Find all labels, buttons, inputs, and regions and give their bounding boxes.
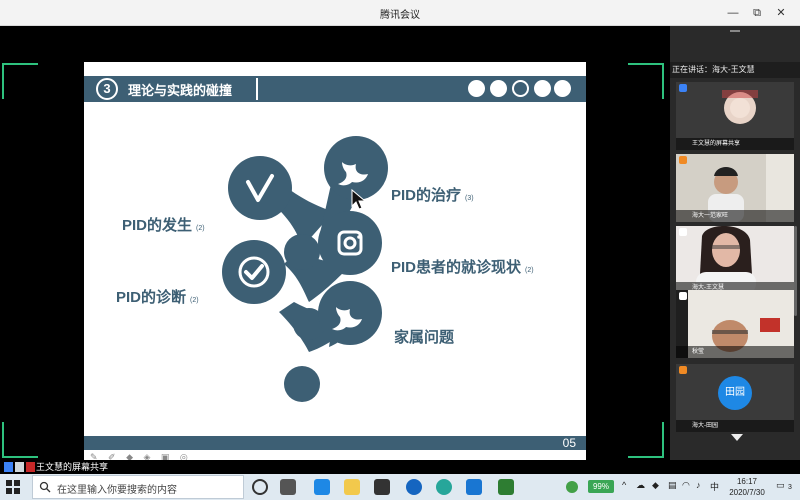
wifi-icon[interactable]: ◠ xyxy=(682,480,690,491)
clock-date: 2020/7/30 xyxy=(729,488,765,497)
check-circle xyxy=(222,240,286,304)
share-frame-corner xyxy=(2,63,38,99)
cortana-icon[interactable] xyxy=(252,479,268,495)
mic-icon xyxy=(679,156,687,164)
maximize-button[interactable]: ⧉ xyxy=(748,4,766,22)
twitter-circle xyxy=(324,136,388,200)
participant-tile[interactable]: 秋莹 xyxy=(676,290,794,358)
twitter-circle xyxy=(318,281,382,345)
search-icon xyxy=(39,481,51,493)
app-l-icon[interactable] xyxy=(406,479,422,495)
task-view-icon[interactable] xyxy=(280,479,296,495)
user-icon xyxy=(4,462,13,472)
avatar: 田园 xyxy=(718,376,752,410)
participant-tile[interactable]: 海大-王文慧 xyxy=(676,226,794,294)
windows-start-icon[interactable] xyxy=(6,480,20,494)
participant-name: 海大一范家旺 xyxy=(676,210,794,222)
tray-app-icon[interactable] xyxy=(566,481,578,493)
instagram-circle xyxy=(318,211,382,275)
screen-share-status-bar: 王文慧的屏幕共享 xyxy=(0,460,800,474)
panel-scrollbar[interactable] xyxy=(794,226,797,316)
item-family-issues: 家属问题 xyxy=(394,329,455,346)
windows-taskbar: 在这里输入你要搜索的内容 99% ^ ☁ ◆ ▤ ◠ ♪ 中 16:17 202… xyxy=(0,474,800,500)
window-title: 腾讯会议 xyxy=(380,10,420,21)
share-frame-corner xyxy=(628,422,664,458)
participant-panel: 正在讲话：海大-王文慧 王文慧的屏幕共享 海大一范家旺 海大-王文慧 秋莹 田园… xyxy=(670,26,800,460)
slide-footer: 05 xyxy=(84,436,586,450)
network-icon[interactable]: ▤ xyxy=(668,480,677,491)
store-icon[interactable] xyxy=(374,479,390,495)
mic-icon xyxy=(679,292,687,300)
participant-tile[interactable]: 海大一范家旺 xyxy=(676,154,794,222)
screen-share-view: 3 理论与实践的碰撞 PID的发生 (2) PID的诊断 (2) PID的治疗 … xyxy=(0,26,670,464)
file-explorer-icon[interactable] xyxy=(344,479,360,495)
participant-tile[interactable]: 田园 海大-田园 xyxy=(676,364,794,432)
panel-handle[interactable] xyxy=(730,30,740,32)
battery-indicator[interactable]: 99% xyxy=(588,480,614,493)
tencent-meeting-icon[interactable] xyxy=(466,479,482,495)
current-speaker-label: 正在讲话：海大-王文慧 xyxy=(670,62,800,78)
presentation-slide: 3 理论与实践的碰撞 PID的发生 (2) PID的诊断 (2) PID的治疗 … xyxy=(84,62,586,464)
share-status-text: 王文慧的屏幕共享 xyxy=(36,462,109,472)
item-pid-treatment: PID的治疗 (3) xyxy=(391,187,474,204)
close-button[interactable]: ✕ xyxy=(772,4,790,22)
item-pid-patient-status: PID患者的就诊现状 (2) xyxy=(391,259,534,276)
volume-icon[interactable]: ♪ xyxy=(696,480,701,490)
item-pid-diagnosis: PID的诊断 (2) xyxy=(116,289,199,306)
connector-node xyxy=(284,366,320,402)
mic-icon xyxy=(679,228,687,236)
vimeo-circle xyxy=(228,156,292,220)
share-frame-corner xyxy=(628,63,664,99)
clock-time: 16:17 xyxy=(736,477,758,486)
notification-count: 3 xyxy=(788,484,792,491)
wps-icon[interactable] xyxy=(498,479,514,495)
edge-icon[interactable] xyxy=(314,479,330,495)
screen-share-icon xyxy=(679,84,687,92)
chevron-up-icon[interactable]: ^ xyxy=(622,480,626,490)
cloud-icon[interactable]: ☁ xyxy=(636,480,645,491)
minimize-button[interactable]: — xyxy=(724,4,742,22)
item-pid-occurrence: PID的发生 (2) xyxy=(122,217,205,234)
record-icon xyxy=(26,462,35,472)
page-number: 05 xyxy=(562,436,576,450)
chevron-down-icon[interactable] xyxy=(731,434,743,441)
tencent-meeting-window: 腾讯会议 — ⧉ ✕ 3 理论与实践的碰撞 PID的发生 (2) PID的诊断 … xyxy=(0,0,800,500)
participant-tile[interactable]: 王文慧的屏幕共享 xyxy=(676,82,794,150)
tray-icon[interactable]: ◆ xyxy=(652,480,659,491)
notification-icon[interactable]: ▭ xyxy=(776,480,785,491)
screen-icon xyxy=(15,462,24,472)
participant-name: 王文慧的屏幕共享 xyxy=(676,138,794,150)
connector-node xyxy=(284,234,320,270)
share-frame-corner xyxy=(2,422,38,458)
app-browser-icon[interactable] xyxy=(436,479,452,495)
title-bar: 腾讯会议 — ⧉ ✕ xyxy=(0,0,800,26)
taskbar-search-input[interactable]: 在这里输入你要搜索的内容 xyxy=(32,475,244,499)
system-clock[interactable]: 16:17 2020/7/30 xyxy=(726,476,768,498)
search-placeholder: 在这里输入你要搜索的内容 xyxy=(57,485,177,496)
mic-muted-icon xyxy=(679,366,687,374)
participant-name: 秋莹 xyxy=(676,346,794,358)
participant-name: 海大-田园 xyxy=(676,420,794,432)
ime-indicator[interactable]: 中 xyxy=(710,480,719,493)
